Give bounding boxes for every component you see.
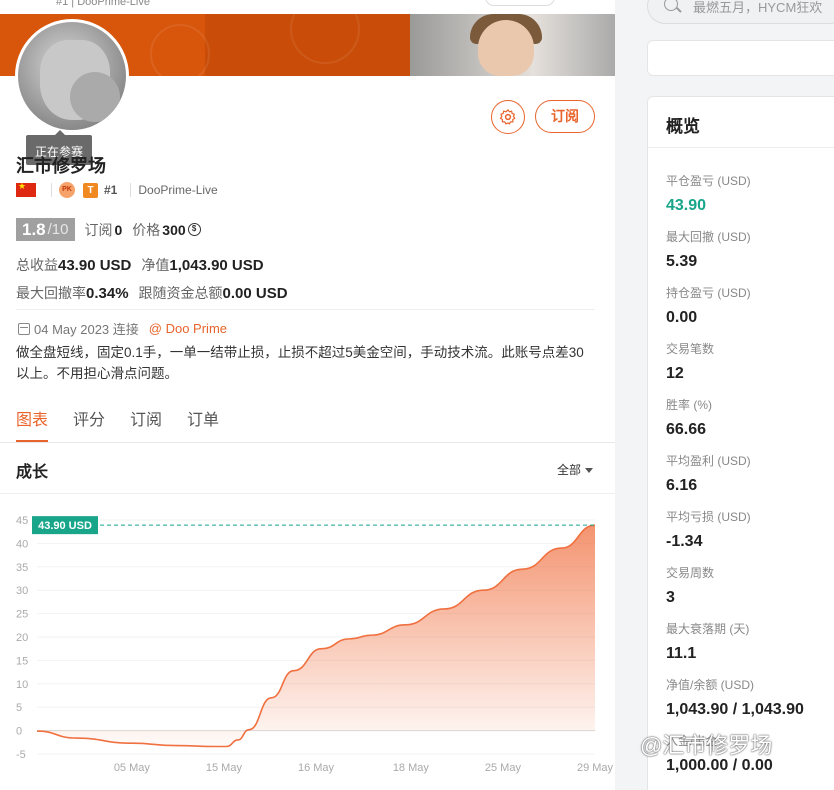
x-tick-label: 05 May	[114, 762, 151, 774]
price-value: 300	[162, 221, 186, 238]
y-tick-label: 45	[16, 515, 28, 527]
tab-bar: 图表 评分 订阅 订单	[16, 406, 244, 442]
stat-label: 平均亏损 (USD)	[666, 510, 751, 524]
right-card	[647, 40, 834, 76]
coin-icon: $	[187, 223, 201, 236]
tab-subscriptions[interactable]: 订阅	[130, 406, 162, 442]
stat-value: 66.66	[666, 421, 707, 438]
profile-card: #1 | DooPrime-Live 正在参赛 订阅 汇市修罗场 ★ PK T …	[0, 0, 615, 790]
stat-value: -1.34	[666, 533, 703, 550]
y-tick-label: 0	[16, 726, 22, 738]
tab-rating[interactable]: 评分	[73, 406, 105, 442]
chart-title: 成长	[16, 464, 49, 481]
t-badge-icon: T	[83, 182, 98, 198]
y-tick-label: 25	[16, 609, 28, 621]
overview-stat: 最大衰落期 (天) 11.1	[666, 620, 749, 663]
china-flag-icon	[16, 181, 36, 197]
y-tick-label: 30	[16, 585, 28, 597]
pk-fire-icon: PK	[59, 182, 75, 198]
score-row: 1.8/10 订阅 0 价格 300 $	[16, 218, 201, 241]
stat-label: 持仓盈亏 (USD)	[666, 286, 751, 300]
y-tick-label: -5	[16, 749, 26, 761]
stat-label: 交易周数	[666, 566, 715, 580]
settings-button[interactable]	[491, 100, 525, 134]
y-tick-label: 35	[16, 562, 28, 574]
search-placeholder[interactable]: 最燃五月，HYCM狂欢	[693, 0, 822, 16]
x-tick-label: 16 May	[298, 762, 335, 774]
x-tick-label: 15 May	[206, 762, 243, 774]
subscribe-button[interactable]: 订阅	[535, 100, 595, 133]
stat-label: 净值/余额 (USD)	[666, 678, 754, 692]
stat-label: 最大回撤 (USD)	[666, 230, 751, 244]
strategy-description: 做全盘短线，固定0.1手，一单一结带止损，止损不超过5美金空间，手动技术流。此账…	[16, 345, 584, 381]
growth-chart: -5 0 5 10 15 20 25 30 35 40 45 05 May 15 May 16 May 18…	[16, 515, 614, 774]
stat-value: 3	[666, 589, 675, 606]
chevron-down-icon	[585, 468, 594, 474]
stat-label: 胜率 (%)	[666, 398, 712, 412]
x-tick-label: 29 May	[577, 762, 614, 774]
stat-label: 平仓盈亏 (USD)	[666, 174, 751, 188]
stat-label: 交易笔数	[666, 342, 715, 356]
top-strip: #1 | DooPrime-Live	[0, 0, 615, 14]
total-profit-value: 43.90 USD	[58, 257, 132, 274]
follow-funds-value: 0.00 USD	[222, 285, 288, 302]
range-dropdown[interactable]: 全部	[557, 461, 594, 478]
tab-orders[interactable]: 订单	[187, 406, 219, 442]
gear-icon	[499, 109, 516, 125]
overview-stat: 平均亏损 (USD) -1.34	[666, 508, 751, 551]
x-tick-label: 25 May	[485, 762, 522, 774]
avatar[interactable]	[15, 19, 129, 133]
rank-label: #1	[104, 183, 118, 197]
stat-label: 平均盈利 (USD)	[666, 454, 751, 468]
stat-value: 43.90	[666, 197, 707, 214]
max-drawdown-value: 0.34%	[86, 285, 129, 302]
calendar-icon	[18, 322, 30, 335]
current-value-label: 43.90 USD	[38, 520, 92, 532]
connected-date: 04 May 2023 连接	[34, 322, 139, 337]
subscriptions-value: 0	[114, 221, 123, 238]
drawdown-row: 最大回撤率 0.34% 跟随资金总额 0.00 USD	[16, 285, 288, 302]
connection-row: 04 May 2023 连接 @ Doo Prime	[18, 319, 227, 338]
stat-value: 5.39	[666, 253, 698, 270]
x-tick-label: 18 May	[393, 762, 430, 774]
tab-chart[interactable]: 图表	[16, 406, 49, 442]
stat-value: 11.1	[666, 645, 697, 662]
stat-value: 12	[666, 365, 684, 382]
overview-stat: 平仓盈亏 (USD) 43.90	[666, 172, 751, 215]
top-ghost-button[interactable]	[485, 0, 555, 6]
stat-value: 1,043.90 / 1,043.90	[666, 701, 804, 718]
stat-value: 6.16	[666, 477, 698, 494]
overview-stat: 平均盈利 (USD) 6.16	[666, 452, 751, 495]
watermark: @汇市修罗场	[640, 733, 773, 758]
y-tick-label: 5	[16, 702, 22, 714]
overview-stat: 胜率 (%) 66.66	[666, 396, 712, 439]
y-tick-label: 15	[16, 655, 28, 667]
broker-link[interactable]: @ Doo Prime	[149, 321, 227, 336]
banner-face	[478, 20, 534, 76]
overview-stat: 交易周数 3	[666, 564, 714, 607]
top-ghost-text: #1 | DooPrime-Live	[56, 0, 150, 8]
y-tick-label: 20	[16, 632, 28, 644]
y-tick-label: 40	[16, 538, 28, 550]
score-badge: 1.8/10	[16, 218, 75, 241]
page: #1 | DooPrime-Live 正在参赛 订阅 汇市修罗场 ★ PK T …	[0, 0, 834, 790]
equity-value: 1,043.90 USD	[169, 257, 264, 274]
y-tick-label: 10	[16, 679, 28, 691]
stat-label: 最大衰落期 (天)	[666, 622, 750, 636]
stat-value: 0.00	[666, 309, 698, 326]
profit-row: 总收益 43.90 USD 净值 1,043.90 USD	[16, 257, 264, 274]
platform-label: DooPrime-Live	[138, 183, 218, 197]
trader-name: 汇市修罗场	[16, 156, 106, 176]
overview-stat: 持仓盈亏 (USD) 0.00	[666, 284, 751, 327]
overview-stat: 交易笔数 12	[666, 340, 714, 383]
overview-stat: 净值/余额 (USD) 1,043.90 / 1,043.90	[666, 676, 804, 719]
overview-stat: 最大回撤 (USD) 5.39	[666, 228, 751, 271]
overview-title: 概览	[666, 117, 700, 136]
badge-row: PK T #1 DooPrime-Live	[16, 180, 218, 200]
growth-area	[37, 525, 595, 747]
